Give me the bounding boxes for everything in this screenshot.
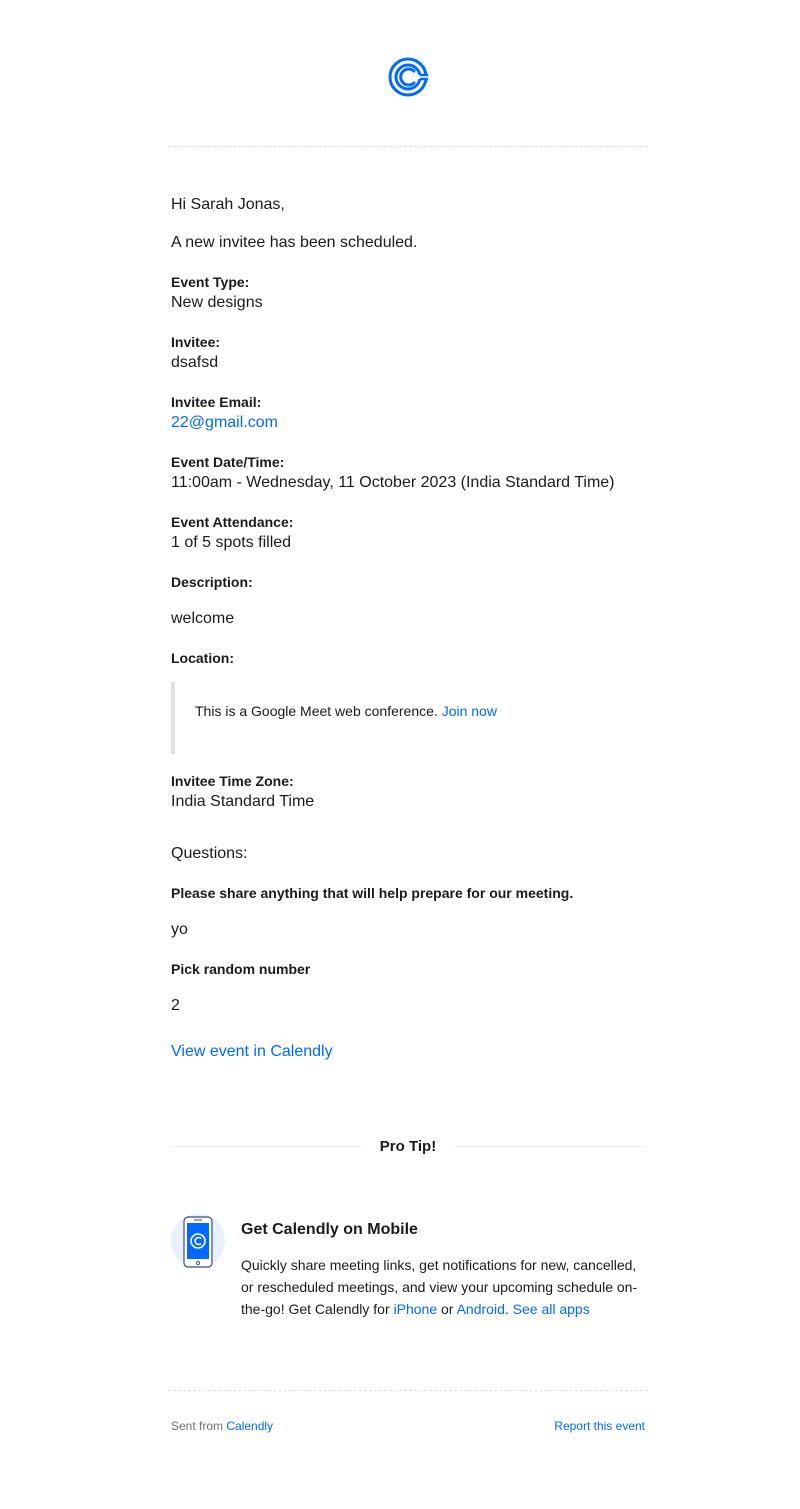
location-box: This is a Google Meet web conference. Jo… [171, 682, 645, 754]
intro-text: A new invitee has been scheduled. [171, 234, 418, 251]
location-text: This is a Google Meet web conference. Jo… [195, 702, 497, 720]
pro-tip-header: Pro Tip! [171, 1136, 645, 1158]
description-value: welcome [171, 610, 235, 627]
event-attendance-label: Event Attendance: [171, 514, 294, 530]
report-event-link[interactable]: Report this event [554, 1418, 645, 1434]
questions-heading: Questions: [171, 845, 248, 862]
question-label: Pick random number [171, 961, 311, 977]
view-event-link[interactable]: View event in Calendly [171, 1042, 333, 1062]
invitee-timezone-label: Invitee Time Zone: [171, 773, 294, 789]
question-label: Please share anything that will help pre… [171, 885, 574, 901]
pro-tip-title: Pro Tip! [379, 1138, 437, 1155]
android-link[interactable]: Android [457, 1301, 505, 1317]
invitee-value: dsafsd [171, 354, 219, 371]
invitee-label: Invitee: [171, 334, 221, 350]
mobile-phone-icon [171, 1214, 225, 1268]
period-text: . [504, 1301, 513, 1317]
invitee-timezone-value: India Standard Time [171, 793, 315, 810]
see-all-apps-link[interactable]: See all apps [513, 1301, 590, 1317]
event-datetime-value: 11:00am - Wednesday, 11 October 2023 (In… [171, 474, 615, 491]
header-divider [168, 146, 648, 147]
invitee-email-link[interactable]: 22@gmail.com [171, 413, 278, 433]
mobile-description: Quickly share meeting links, get notific… [241, 1254, 645, 1320]
event-datetime-label: Event Date/Time: [171, 454, 285, 470]
event-attendance-value: 1 of 5 spots filled [171, 534, 292, 551]
location-label: Location: [171, 650, 234, 666]
location-description: This is a Google Meet web conference. [195, 703, 438, 719]
sent-from-text: Sent from [171, 1419, 227, 1433]
calendly-footer-link[interactable]: Calendly [226, 1419, 273, 1433]
sent-from: Sent from Calendly [171, 1418, 273, 1434]
calendly-logo-icon [388, 56, 430, 98]
greeting: Hi Sarah Jonas, [171, 196, 285, 213]
description-label: Description: [171, 574, 253, 590]
footer-divider [168, 1390, 648, 1391]
or-text: or [437, 1301, 457, 1317]
join-now-link[interactable]: Join now [442, 703, 497, 719]
invitee-email-label: Invitee Email: [171, 394, 262, 410]
iphone-link[interactable]: iPhone [394, 1301, 438, 1317]
question-answer: yo [171, 921, 188, 938]
event-type-value: New designs [171, 294, 263, 311]
event-type-label: Event Type: [171, 274, 250, 290]
mobile-title: Get Calendly on Mobile [241, 1221, 418, 1238]
question-answer: 2 [171, 997, 180, 1014]
pro-tip-divider-right [455, 1146, 645, 1147]
